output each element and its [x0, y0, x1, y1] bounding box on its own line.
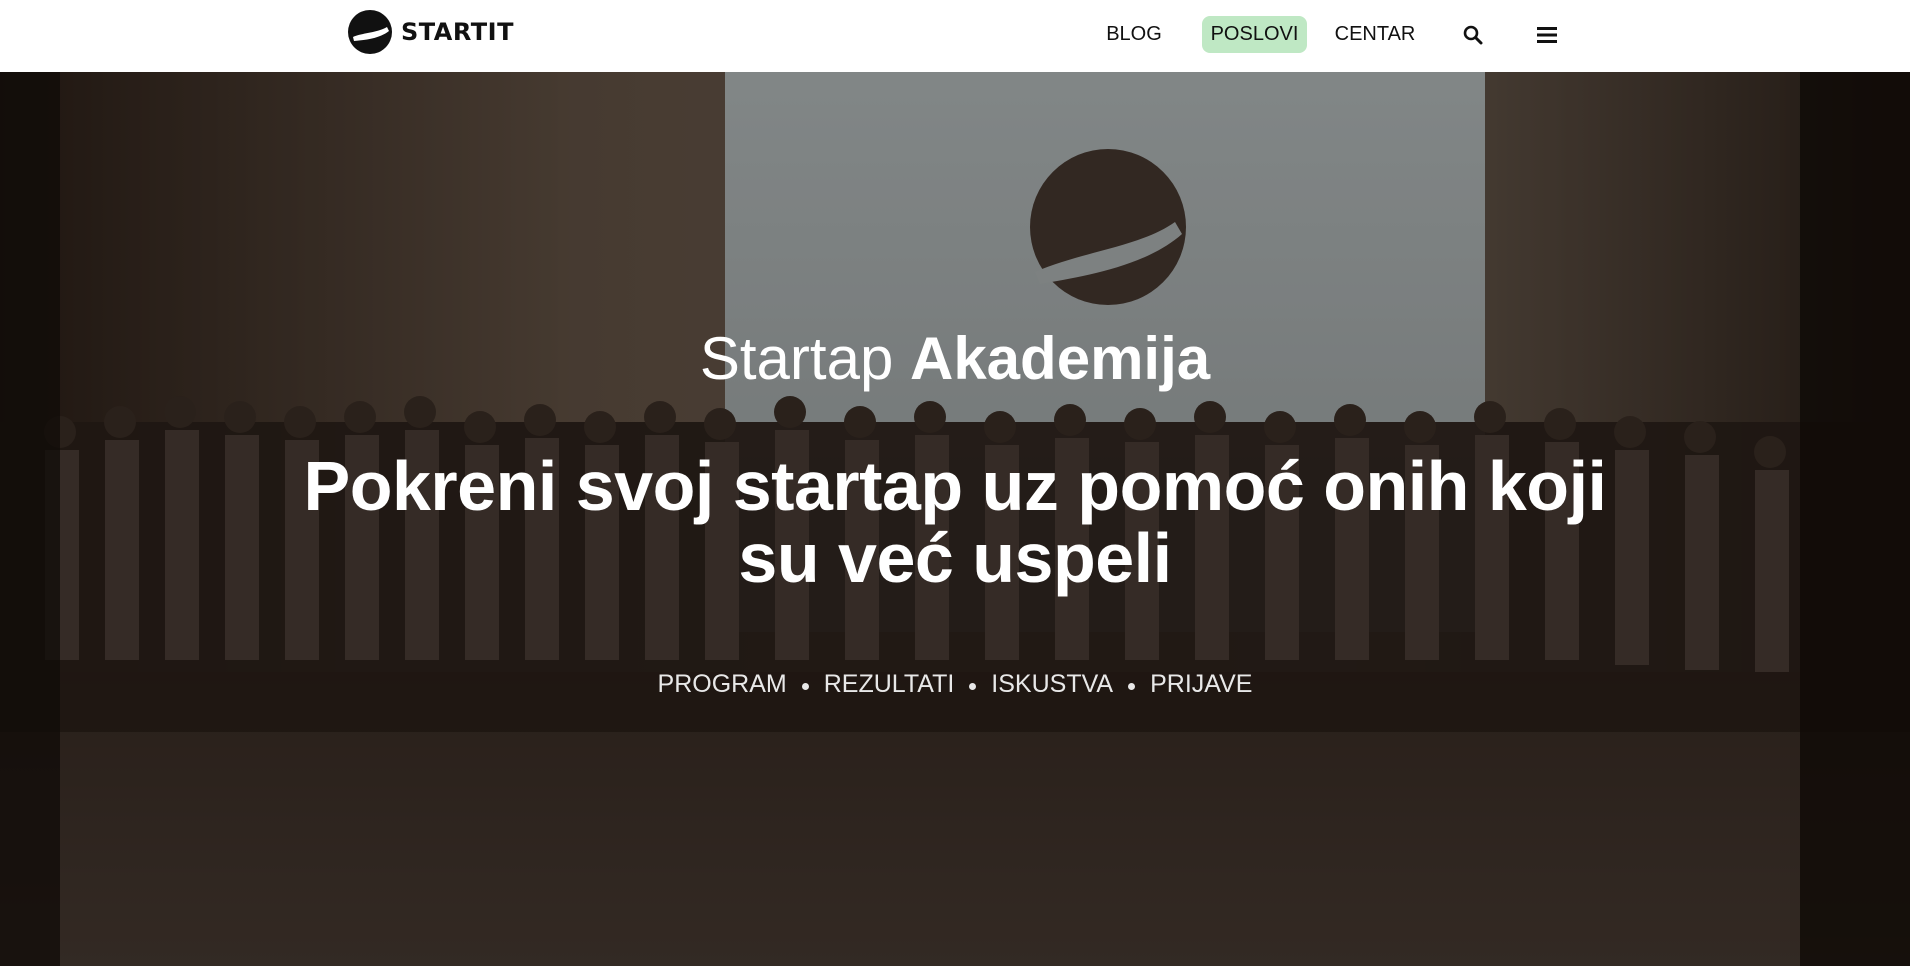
program-title-light: Startap: [699, 325, 894, 392]
hero-section: Startap Akademija Pokreni svoj startap u…: [0, 72, 1910, 966]
hero-section-links: PROGRAM REZULTATI ISKUSTVA PRIJAVE: [0, 670, 1910, 699]
hamburger-menu-icon: [1537, 27, 1557, 43]
nav-centar-link[interactable]: CENTAR: [1332, 16, 1418, 53]
nav-poslovi-link[interactable]: POSLOVI: [1202, 16, 1307, 53]
hero-content: Startap Akademija Pokreni svoj startap u…: [0, 72, 1910, 966]
link-prijave[interactable]: PRIJAVE: [1150, 670, 1252, 699]
link-program[interactable]: PROGRAM: [658, 670, 787, 699]
startit-logo-icon: [348, 10, 392, 54]
startit-logo[interactable]: STARTIT: [347, 8, 514, 56]
search-icon: [1463, 25, 1483, 45]
separator-dot: [1128, 683, 1136, 690]
program-title: Startap Akademija: [0, 324, 1910, 394]
nav-blog-link[interactable]: BLOG: [1100, 16, 1168, 53]
hero-headline: Pokreni svoj startap uz pomoć onih koji …: [303, 447, 1607, 597]
top-navigation-bar: STARTIT BLOG POSLOVI CENTAR: [0, 0, 1910, 72]
search-button[interactable]: [1458, 20, 1488, 50]
link-iskustva[interactable]: ISKUSTVA: [991, 670, 1113, 699]
brand-name: STARTIT: [401, 18, 514, 46]
link-rezultati[interactable]: REZULTATI: [824, 670, 955, 699]
program-title-bold: Akademija: [909, 325, 1211, 392]
separator-dot: [969, 683, 977, 690]
menu-button[interactable]: [1532, 20, 1562, 50]
separator-dot: [801, 683, 809, 690]
